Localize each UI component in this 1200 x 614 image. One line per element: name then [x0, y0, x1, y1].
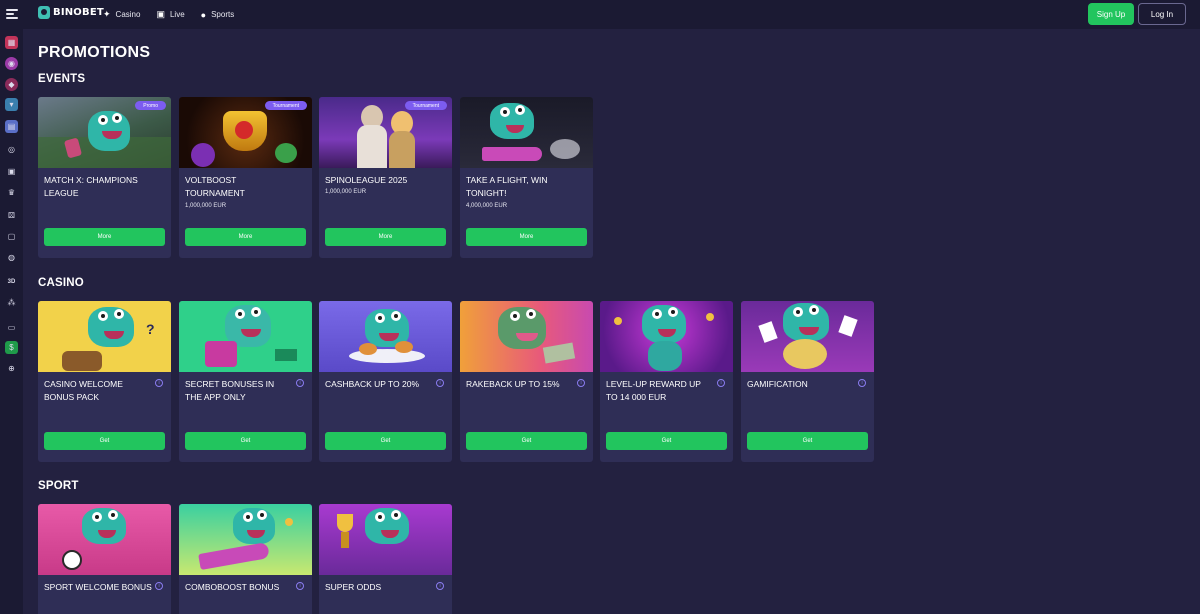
- info-icon[interactable]: i: [155, 379, 163, 387]
- info-icon[interactable]: i: [436, 379, 444, 387]
- top-bar: BINOBET ✦ Casino ▣ Live ● Sports Sign Up…: [0, 0, 1200, 29]
- get-button[interactable]: Get: [44, 432, 165, 450]
- promo-image: [741, 301, 874, 372]
- get-button[interactable]: Get: [466, 432, 587, 450]
- promo-card: SECRET BONUSES IN THE APP ONLY i Get: [179, 301, 312, 462]
- card-title: TAKE A FLIGHT, WIN TONIGHT!: [466, 175, 548, 198]
- medal-icon[interactable]: ◎: [5, 143, 18, 156]
- promo-image: [179, 301, 312, 372]
- page-title: PROMOTIONS: [38, 44, 151, 61]
- nav-casino[interactable]: ✦ Casino: [103, 9, 140, 20]
- promo-card: ? CASINO WELCOME BONUS PACK i Get: [38, 301, 171, 462]
- promo-image: [460, 97, 593, 168]
- 3d-icon[interactable]: 3D: [5, 275, 18, 288]
- promo-tag: Promo: [135, 101, 166, 110]
- promo-card: RAKEBACK UP TO 15% i Get: [460, 301, 593, 462]
- promo-card: CASHBACK UP TO 20% i Get: [319, 301, 452, 462]
- section-title-casino: CASINO: [38, 277, 84, 289]
- promo-image: [600, 301, 733, 372]
- rugby-ball-icon[interactable]: ◆: [5, 78, 18, 91]
- nav-sports-label: Sports: [211, 10, 235, 19]
- info-icon[interactable]: i: [436, 582, 444, 590]
- card-title: COMBOBOOST BONUS: [185, 582, 280, 592]
- card-title: SECRET BONUSES IN THE APP ONLY: [185, 379, 275, 402]
- card-title: LEVEL-UP REWARD UP TO 14 000 EUR: [606, 379, 701, 402]
- more-button[interactable]: More: [325, 228, 446, 246]
- section-title-events: EVENTS: [38, 73, 86, 85]
- promo-card: GAMIFICATION i Get: [741, 301, 874, 462]
- live-tv-icon: ▣: [156, 9, 165, 19]
- crown-icon[interactable]: ♛: [5, 186, 18, 199]
- cash-icon[interactable]: $: [5, 341, 18, 354]
- promo-card: COMBOBOOST BONUS i: [179, 504, 312, 614]
- prize-amount: 4,000,000 EUR: [466, 203, 508, 209]
- prize-amount: 1,000,000 EUR: [185, 203, 227, 209]
- sidebar: ▦ ◉ ◆ ▾ ▤ ◎ ▣ ♛ ⚄ ▢ ◍ 3D ⁂ ▭ $ ⊕: [0, 29, 23, 614]
- get-button[interactable]: Get: [185, 432, 306, 450]
- live-casino-icon[interactable]: ◍: [5, 251, 18, 264]
- nav-live[interactable]: ▣ Live: [156, 9, 184, 20]
- promo-card: Promo MATCH X: CHAMPIONS LEAGUE More: [38, 97, 171, 258]
- get-button[interactable]: Get: [747, 432, 868, 450]
- chat-icon[interactable]: ▭: [5, 321, 18, 334]
- dice-icon[interactable]: ⚄: [5, 209, 18, 222]
- nav-live-label: Live: [169, 10, 185, 19]
- promo-card: SUPER ODDS i: [319, 504, 452, 614]
- globe-icon[interactable]: ⊕: [5, 362, 18, 375]
- promo-image: [38, 504, 171, 575]
- tv-icon[interactable]: ▤: [5, 120, 18, 133]
- card-title: VOLTBOOST TOURNAMENT: [185, 175, 245, 198]
- info-icon[interactable]: i: [717, 379, 725, 387]
- info-icon[interactable]: i: [577, 379, 585, 387]
- card-title: MATCH X: CHAMPIONS LEAGUE: [44, 175, 138, 198]
- get-button[interactable]: Get: [325, 432, 446, 450]
- card-title: SPINOLEAGUE 2025: [325, 175, 408, 185]
- prize-amount: 1,000,000 EUR: [325, 189, 367, 195]
- tournament-tag: Tournament: [404, 101, 447, 110]
- logo[interactable]: BINOBET: [38, 6, 104, 19]
- nav-sports[interactable]: ● Sports: [201, 10, 235, 20]
- gift-icon[interactable]: ▦: [5, 36, 18, 49]
- promo-image: [460, 301, 593, 372]
- sign-up-button[interactable]: Sign Up: [1088, 3, 1134, 25]
- slots-icon[interactable]: ▢: [5, 230, 18, 243]
- card-title: SUPER ODDS: [325, 582, 382, 592]
- nav-casino-label: Casino: [115, 10, 141, 19]
- ball-icon[interactable]: ◉: [5, 57, 18, 70]
- tournament-tag: Tournament: [264, 101, 307, 110]
- get-button[interactable]: Get: [606, 432, 727, 450]
- soccer-ball-icon: ●: [200, 9, 207, 20]
- info-icon[interactable]: i: [858, 379, 866, 387]
- cup-icon[interactable]: ▾: [5, 98, 18, 111]
- card-title: RAKEBACK UP TO 15%: [466, 379, 560, 389]
- more-button[interactable]: More: [466, 228, 587, 246]
- promo-card: Tournament SPINOLEAGUE 2025 1,000,000 EU…: [319, 97, 452, 258]
- promo-card: SPORT WELCOME BONUS i: [38, 504, 171, 614]
- promo-card: Tournament VOLTBOOST TOURNAMENT 1,000,00…: [179, 97, 312, 258]
- promo-card: TAKE A FLIGHT, WIN TONIGHT! 4,000,000 EU…: [460, 97, 593, 258]
- chips-icon[interactable]: ⁂: [5, 296, 18, 309]
- card-title: SPORT WELCOME BONUS: [44, 582, 152, 592]
- info-icon[interactable]: i: [155, 582, 163, 590]
- promo-image: [179, 504, 312, 575]
- logo-text: BINOBET: [53, 7, 104, 18]
- casino-chip-icon: ✦: [103, 9, 111, 19]
- logo-icon: [38, 6, 50, 19]
- info-icon[interactable]: i: [296, 379, 304, 387]
- info-icon[interactable]: i: [296, 582, 304, 590]
- promo-card: LEVEL-UP REWARD UP TO 14 000 EUR i Get: [600, 301, 733, 462]
- promo-image: [319, 301, 452, 372]
- box-icon[interactable]: ▣: [5, 165, 18, 178]
- card-title: GAMIFICATION: [747, 379, 808, 389]
- card-title: CASINO WELCOME BONUS PACK: [44, 379, 123, 402]
- more-button[interactable]: More: [44, 228, 165, 246]
- promo-image: ?: [38, 301, 171, 372]
- main-nav: ✦ Casino ▣ Live ● Sports: [103, 0, 234, 29]
- log-in-button[interactable]: Log In: [1138, 3, 1186, 25]
- promo-image: [319, 504, 452, 575]
- section-title-sport: SPORT: [38, 480, 79, 492]
- card-title: CASHBACK UP TO 20%: [325, 379, 420, 389]
- more-button[interactable]: More: [185, 228, 306, 246]
- menu-icon[interactable]: [6, 9, 18, 19]
